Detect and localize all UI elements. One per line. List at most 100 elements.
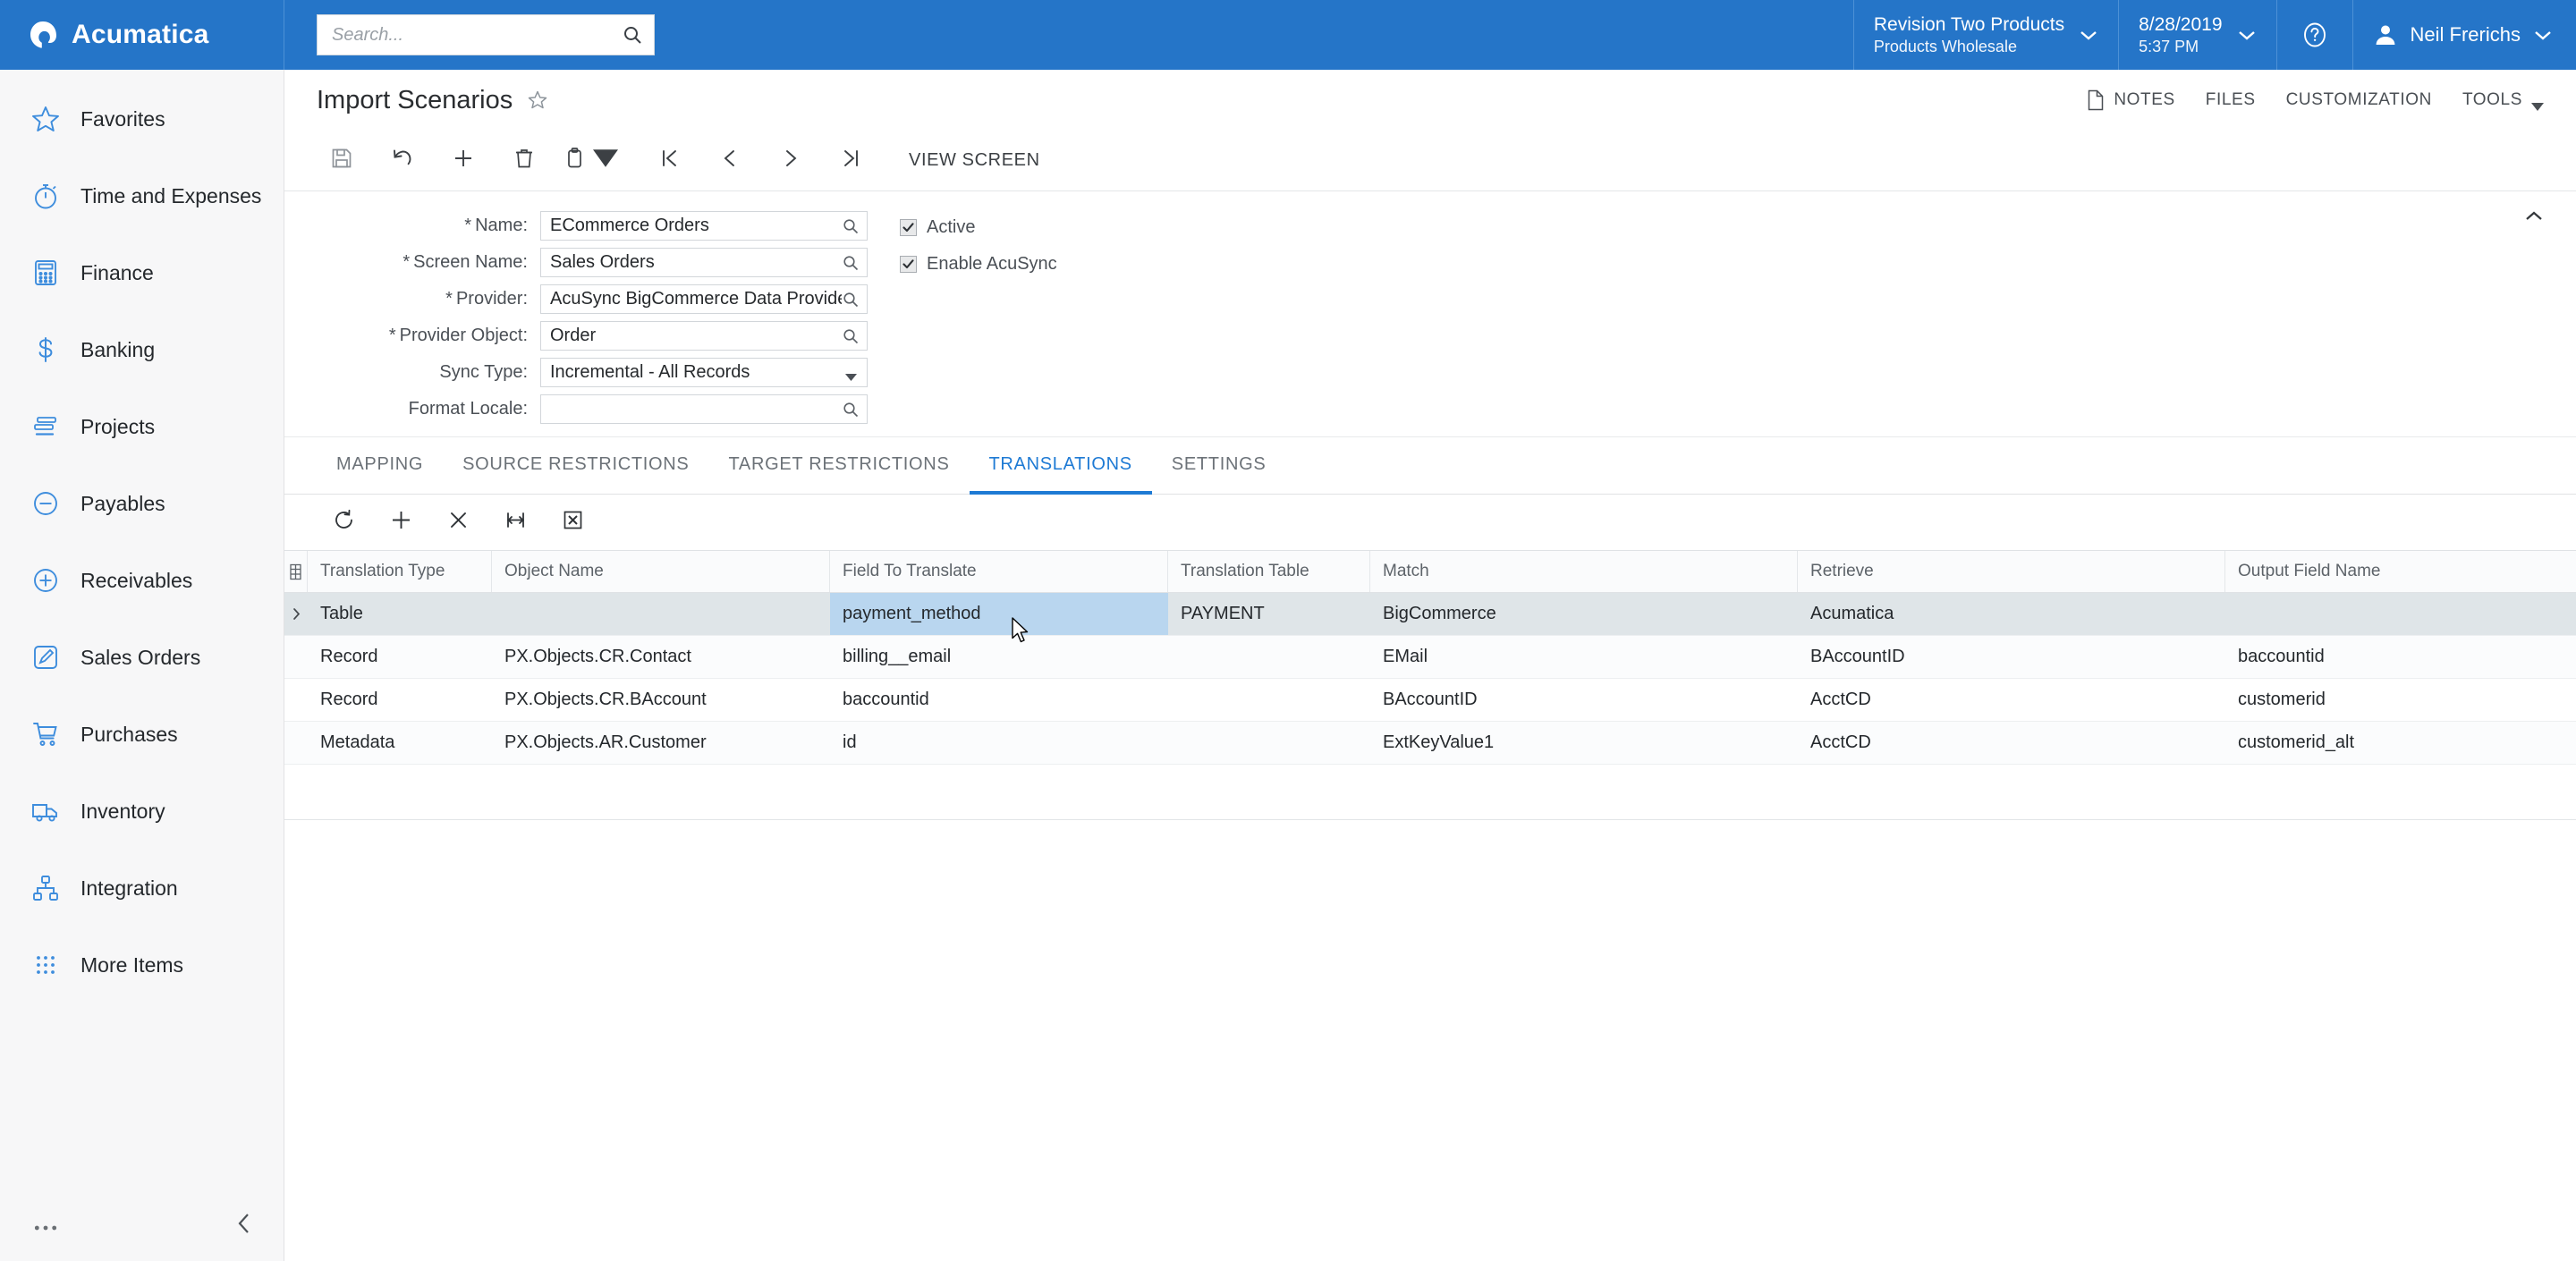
cell-field-to-translate[interactable]: payment_method [830, 593, 1168, 635]
lookup-icon[interactable] [842, 254, 860, 272]
sidebar-item-integration[interactable]: Integration [0, 850, 284, 927]
chevron-left-icon[interactable] [235, 1211, 253, 1236]
cell-translation-type[interactable]: Metadata [308, 722, 492, 764]
cell-match[interactable]: BigCommerce [1370, 593, 1798, 635]
business-date-selector[interactable]: 8/28/2019 5:37 PM [2118, 0, 2275, 70]
sidebar-item-finance[interactable]: Finance [0, 234, 284, 311]
sidebar-item-inventory[interactable]: Inventory [0, 773, 284, 850]
sidebar-item-more-items[interactable]: More Items [0, 927, 284, 1003]
tab-settings[interactable]: SETTINGS [1152, 437, 1286, 495]
sidebar-item-payables[interactable]: Payables [0, 465, 284, 542]
grid-header-output-field-name[interactable]: Output Field Name [2225, 551, 2576, 592]
next-record-button[interactable] [760, 136, 821, 186]
enable-acusync-checkbox-row[interactable]: Enable AcuSync [900, 246, 1057, 283]
lookup-icon[interactable] [842, 401, 860, 419]
active-checkbox[interactable] [900, 219, 917, 236]
cell-retrieve[interactable]: BAccountID [1798, 636, 2225, 678]
cell-match[interactable]: EMail [1370, 636, 1798, 678]
sync-type-select[interactable]: Incremental - All Records [540, 358, 868, 387]
cell-object-name[interactable]: PX.Objects.CR.Contact [492, 636, 830, 678]
first-record-button[interactable] [639, 136, 699, 186]
cell-field-to-translate[interactable]: billing__email [830, 636, 1168, 678]
delete-row-button[interactable] [429, 499, 487, 546]
search-icon[interactable] [622, 24, 643, 46]
lookup-icon[interactable] [842, 217, 860, 235]
cell-match[interactable]: ExtKeyValue1 [1370, 722, 1798, 764]
tools-button[interactable]: TOOLS [2462, 90, 2544, 111]
active-checkbox-row[interactable]: Active [900, 209, 1057, 246]
cell-object-name[interactable]: PX.Objects.CR.BAccount [492, 679, 830, 721]
table-row[interactable]: Record PX.Objects.CR.BAccount baccountid… [284, 679, 2576, 722]
help-button[interactable] [2275, 0, 2352, 70]
undo-button[interactable] [372, 136, 433, 186]
company-selector[interactable]: Revision Two Products Products Wholesale [1852, 0, 2118, 70]
search-box[interactable] [317, 14, 655, 55]
format-locale-field[interactable] [540, 394, 868, 424]
cell-retrieve[interactable]: Acumatica [1798, 593, 2225, 635]
sidebar-item-banking[interactable]: Banking [0, 311, 284, 388]
column-config-icon[interactable] [284, 551, 308, 592]
tab-source-restrictions[interactable]: SOURCE RESTRICTIONS [443, 437, 708, 495]
name-field[interactable]: ECommerce Orders [540, 211, 868, 241]
customization-button[interactable]: CUSTOMIZATION [2286, 90, 2432, 110]
cell-output-field-name[interactable]: customerid [2225, 679, 2576, 721]
cell-translation-type[interactable]: Record [308, 679, 492, 721]
expand-row-icon[interactable] [284, 593, 308, 635]
lookup-icon[interactable] [842, 291, 860, 309]
fit-columns-button[interactable] [487, 499, 544, 546]
cell-translation-table[interactable] [1168, 679, 1370, 721]
sidebar-item-projects[interactable]: Projects [0, 388, 284, 465]
sidebar-item-receivables[interactable]: Receivables [0, 542, 284, 619]
notes-button[interactable]: NOTES [2087, 89, 2174, 111]
star-outline-icon[interactable] [527, 89, 548, 111]
sidebar-item-purchases[interactable]: Purchases [0, 696, 284, 773]
brand-home-link[interactable]: Acumatica [0, 0, 284, 70]
cell-translation-table[interactable] [1168, 636, 1370, 678]
sidebar-item-time-and-expenses[interactable]: Time and Expenses [0, 157, 284, 234]
cell-object-name[interactable] [492, 593, 830, 635]
cell-translation-table[interactable]: PAYMENT [1168, 593, 1370, 635]
grid-header-retrieve[interactable]: Retrieve [1798, 551, 2225, 592]
cell-output-field-name[interactable]: customerid_alt [2225, 722, 2576, 764]
files-button[interactable]: FILES [2206, 90, 2256, 110]
copy-paste-button[interactable] [555, 136, 626, 186]
cell-field-to-translate[interactable]: baccountid [830, 679, 1168, 721]
table-row[interactable]: Record PX.Objects.CR.Contact billing__em… [284, 636, 2576, 679]
last-record-button[interactable] [821, 136, 882, 186]
user-menu[interactable]: Neil Frerichs [2351, 0, 2576, 70]
save-button[interactable] [311, 136, 372, 186]
grid-header-translation-table[interactable]: Translation Table [1168, 551, 1370, 592]
lookup-icon[interactable] [842, 327, 860, 345]
sidebar-item-sales-orders[interactable]: Sales Orders [0, 619, 284, 696]
previous-record-button[interactable] [699, 136, 760, 186]
refresh-button[interactable] [315, 499, 372, 546]
add-row-button[interactable] [372, 499, 429, 546]
collapse-form-button[interactable] [2519, 204, 2549, 231]
screen-name-field[interactable]: Sales Orders [540, 248, 868, 277]
ellipsis-icon[interactable] [34, 1220, 57, 1231]
cell-object-name[interactable]: PX.Objects.AR.Customer [492, 722, 830, 764]
table-row[interactable]: Metadata PX.Objects.AR.Customer id ExtKe… [284, 722, 2576, 765]
delete-record-button[interactable] [494, 136, 555, 186]
caret-down-icon[interactable] [845, 369, 857, 381]
provider-object-field[interactable]: Order [540, 321, 868, 351]
tab-translations[interactable]: TRANSLATIONS [969, 437, 1152, 495]
sidebar-item-favorites[interactable]: Favorites [0, 80, 284, 157]
cell-output-field-name[interactable] [2225, 593, 2576, 635]
enable-acusync-checkbox[interactable] [900, 256, 917, 273]
cell-output-field-name[interactable]: baccountid [2225, 636, 2576, 678]
provider-field[interactable]: AcuSync BigCommerce Data Provider [540, 284, 868, 314]
cell-translation-type[interactable]: Table [308, 593, 492, 635]
cell-match[interactable]: BAccountID [1370, 679, 1798, 721]
view-screen-button[interactable]: VIEW SCREEN [893, 136, 1056, 186]
cell-field-to-translate[interactable]: id [830, 722, 1168, 764]
grid-header-object-name[interactable]: Object Name [492, 551, 830, 592]
cell-translation-table[interactable] [1168, 722, 1370, 764]
grid-header-match[interactable]: Match [1370, 551, 1798, 592]
cell-translation-type[interactable]: Record [308, 636, 492, 678]
add-new-record-button[interactable] [433, 136, 494, 186]
cell-retrieve[interactable]: AcctCD [1798, 722, 2225, 764]
export-to-excel-button[interactable] [544, 499, 601, 546]
search-input[interactable] [332, 24, 622, 46]
table-row[interactable]: Table payment_method PAYMENT BigCommerce… [284, 593, 2576, 636]
